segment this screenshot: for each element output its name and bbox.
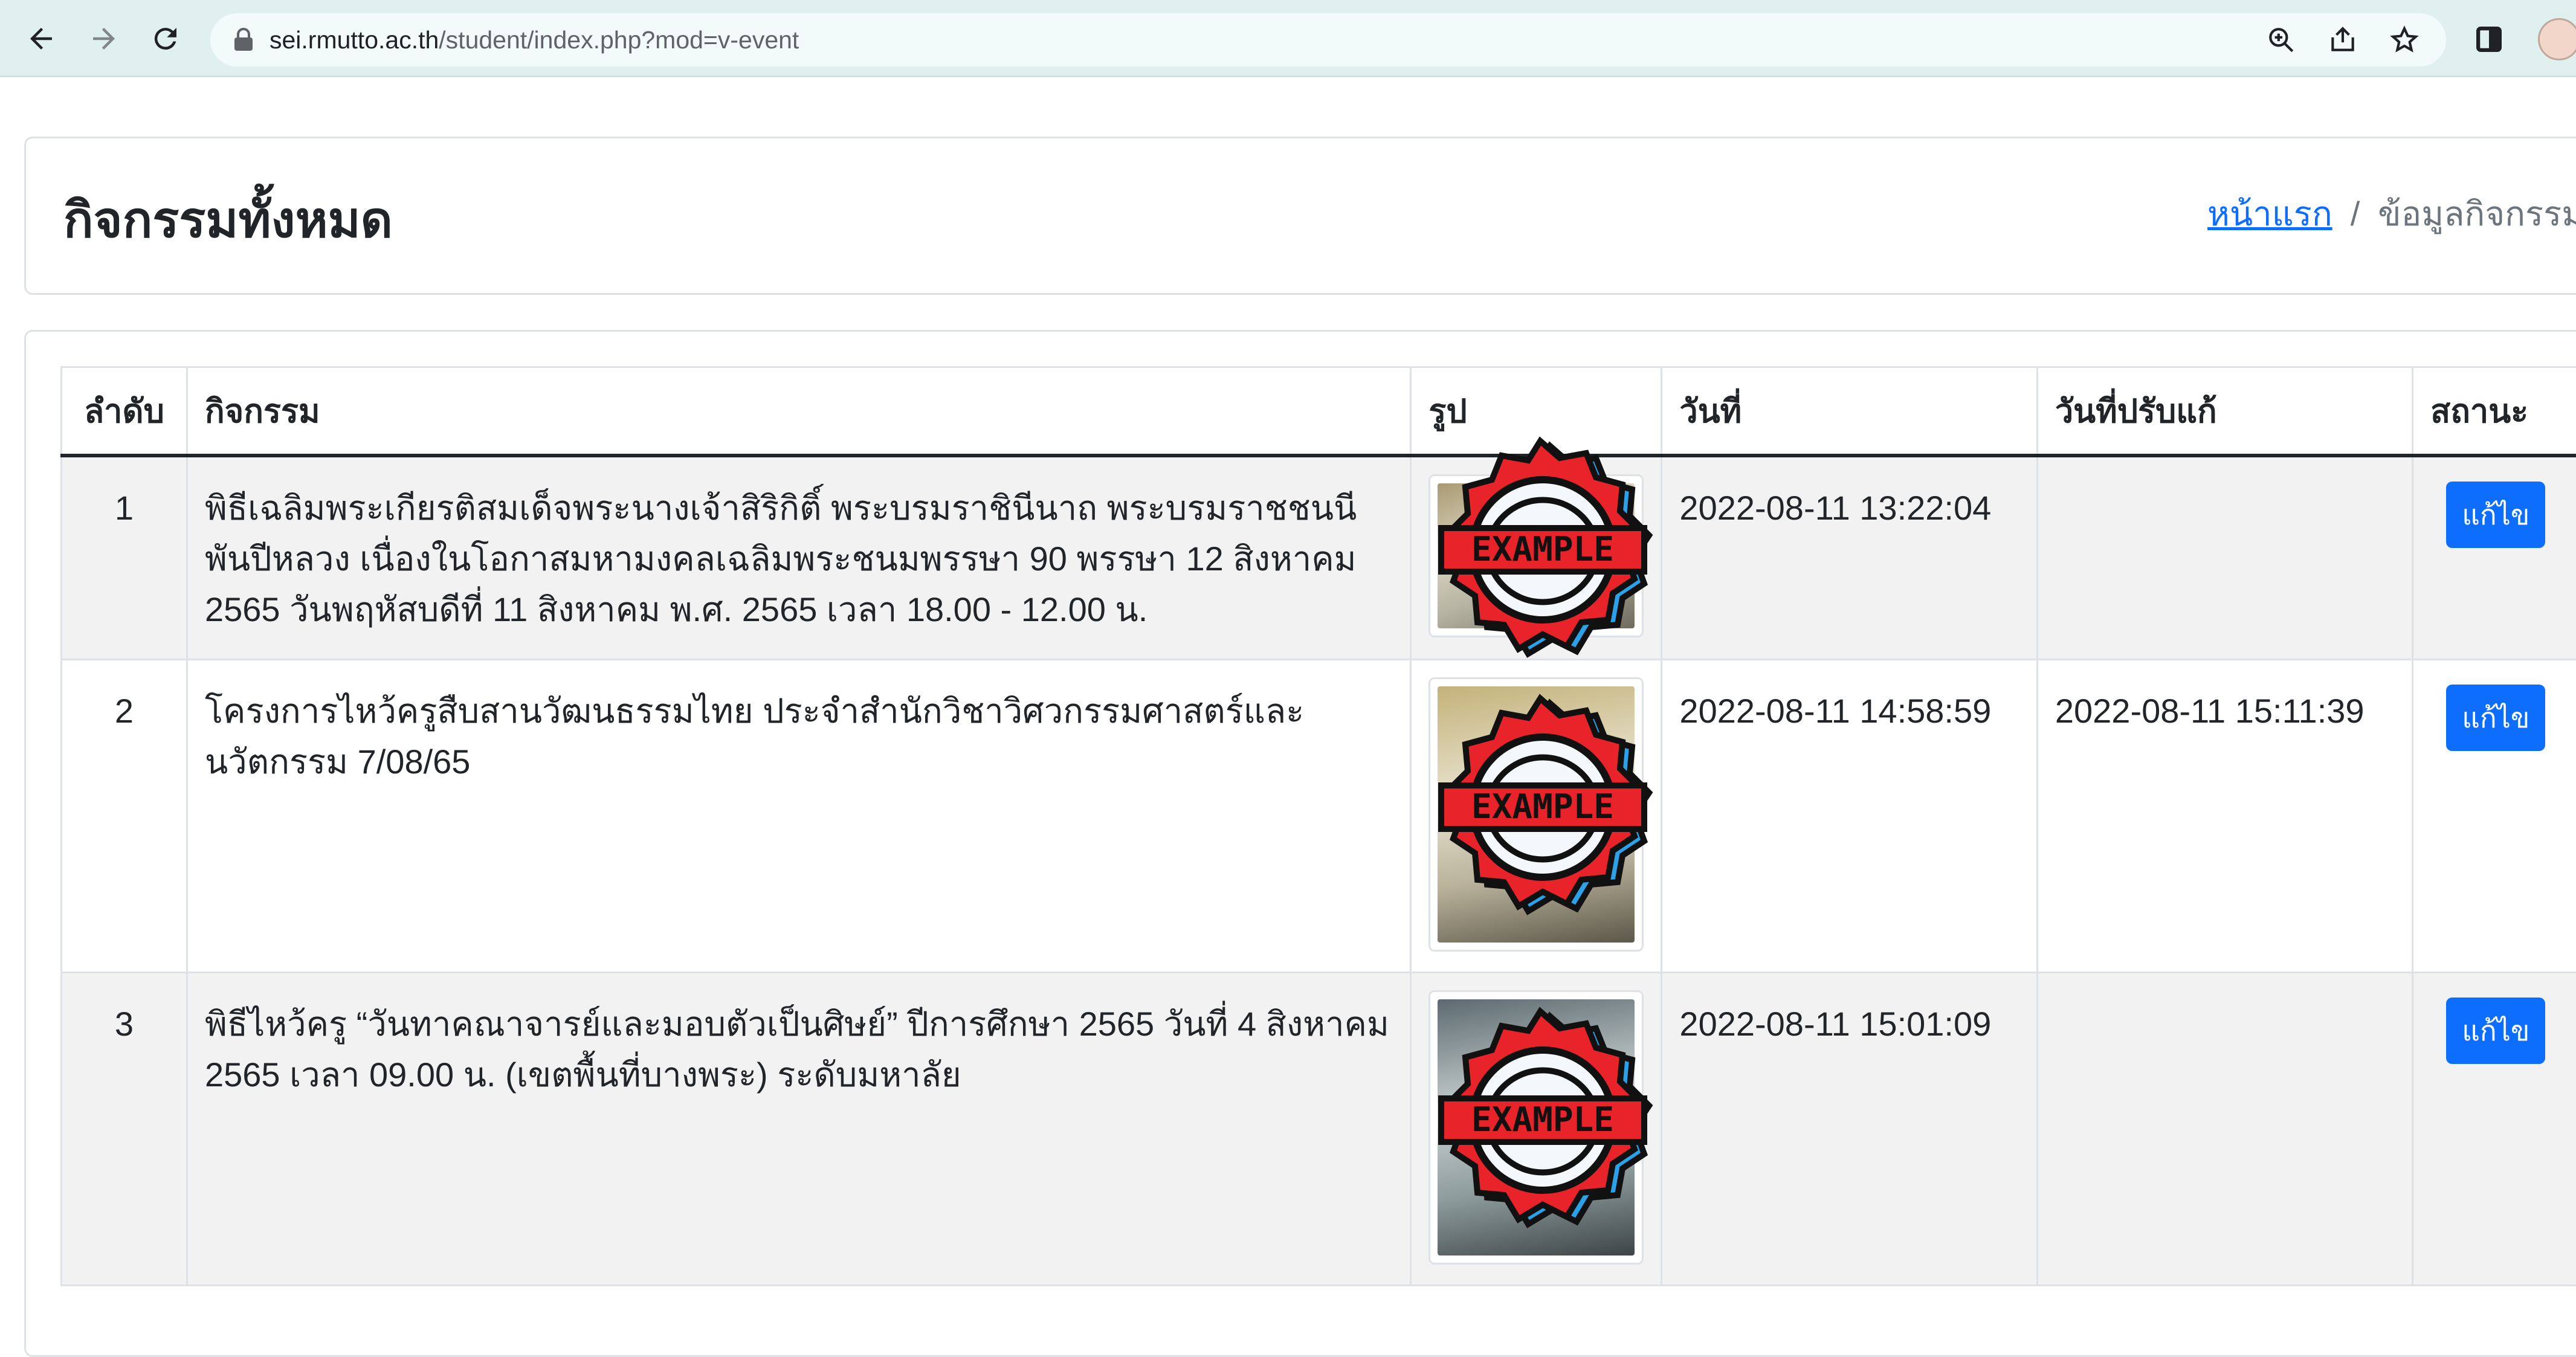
back-button[interactable] bbox=[21, 18, 62, 59]
svg-text:EXAMPLE: EXAMPLE bbox=[1471, 787, 1614, 827]
page-header-card: กิจกรรมทั้งหมด หน้าแรก / ข้อมูลกิจกรรม bbox=[24, 137, 2576, 295]
example-stamp-icon: EXAMPLE bbox=[1424, 691, 1666, 933]
status-cell: แก้ไข bbox=[2413, 660, 2576, 973]
back-arrow-icon bbox=[25, 22, 57, 55]
event-thumbnail[interactable]: EXAMPLE bbox=[1428, 677, 1644, 952]
breadcrumb: หน้าแรก / ข้อมูลกิจกรรม bbox=[2207, 187, 2576, 240]
breadcrumb-separator: / bbox=[2351, 194, 2360, 233]
side-panel-icon[interactable] bbox=[2476, 27, 2502, 52]
table-row: 1 พิธีเฉลิมพระเกียรติสมเด็จพระนางเจ้าสิร… bbox=[62, 456, 2576, 660]
edit-button[interactable]: แก้ไข bbox=[2446, 685, 2545, 751]
zoom-icon[interactable] bbox=[2266, 25, 2296, 55]
column-header-event[interactable]: กิจกรรม bbox=[187, 367, 1410, 456]
column-header-status[interactable]: สถานะ bbox=[2413, 367, 2576, 456]
svg-text:EXAMPLE: EXAMPLE bbox=[1471, 1100, 1614, 1139]
example-stamp-icon: EXAMPLE bbox=[1424, 434, 1666, 675]
status-cell: แก้ไข bbox=[2413, 456, 2576, 660]
table-header-row: ลำดับ กิจกรรม รูป วันที่ วันที่ปรับแก้ ส… bbox=[62, 367, 2576, 456]
forward-button[interactable] bbox=[83, 18, 124, 59]
url-text: sei.rmutto.ac.th/student/index.php?mod=v… bbox=[270, 13, 799, 66]
edit-button[interactable]: แก้ไข bbox=[2446, 482, 2545, 548]
events-table: ลำดับ กิจกรรม รูป วันที่ วันที่ปรับแก้ ส… bbox=[60, 366, 2576, 1286]
event-image-cell: EXAMPLE bbox=[1411, 456, 1662, 660]
profile-avatar[interactable] bbox=[2538, 18, 2576, 60]
breadcrumb-current: ข้อมูลกิจกรรม bbox=[2378, 187, 2576, 240]
row-number: 1 bbox=[62, 456, 187, 660]
column-header-updated[interactable]: วันที่ปรับแก้ bbox=[2037, 367, 2412, 456]
lock-icon bbox=[233, 28, 254, 52]
edit-button[interactable]: แก้ไข bbox=[2446, 998, 2545, 1064]
breadcrumb-home-link[interactable]: หน้าแรก bbox=[2207, 187, 2332, 240]
address-bar[interactable]: sei.rmutto.ac.th/student/index.php?mod=v… bbox=[210, 13, 2446, 66]
event-title: โครงการไหว้ครูสืบสานวัฒนธรรมไทย ประจำสำน… bbox=[187, 660, 1410, 973]
status-cell: แก้ไข bbox=[2413, 973, 2576, 1286]
event-title: พิธีเฉลิมพระเกียรติสมเด็จพระนางเจ้าสิริก… bbox=[187, 456, 1410, 660]
event-title: พิธีไหว้ครู “วันทาคณาจารย์และมอบตัวเป็นศ… bbox=[187, 973, 1410, 1286]
page-title: กิจกรรมทั้งหมด bbox=[63, 181, 393, 259]
share-icon[interactable] bbox=[2328, 25, 2358, 55]
table-row: 3 พิธีไหว้ครู “วันทาคณาจารย์และมอบตัวเป็… bbox=[62, 973, 2576, 1286]
event-image-cell: EXAMPLE bbox=[1411, 660, 1662, 973]
row-number: 3 bbox=[62, 973, 187, 1286]
event-updated-date bbox=[2037, 456, 2412, 660]
event-updated-date: 2022-08-11 15:11:39 bbox=[2037, 660, 2412, 973]
row-number: 2 bbox=[62, 660, 187, 973]
column-header-no[interactable]: ลำดับ bbox=[62, 367, 187, 456]
event-thumbnail[interactable]: EXAMPLE bbox=[1428, 990, 1644, 1265]
url-host: sei.rmutto.ac.th bbox=[270, 26, 439, 54]
reload-button[interactable] bbox=[145, 18, 186, 59]
reload-icon bbox=[149, 22, 182, 55]
url-path: /student/index.php?mod=v-event bbox=[439, 26, 799, 54]
event-image-cell: EXAMPLE bbox=[1411, 973, 1662, 1286]
example-stamp-icon: EXAMPLE bbox=[1424, 1004, 1666, 1246]
forward-arrow-icon bbox=[88, 22, 120, 55]
browser-toolbar: sei.rmutto.ac.th/student/index.php?mod=v… bbox=[0, 0, 2576, 77]
svg-text:EXAMPLE: EXAMPLE bbox=[1471, 530, 1614, 569]
event-date: 2022-08-11 15:01:09 bbox=[1662, 973, 2037, 1286]
table-row: 2 โครงการไหว้ครูสืบสานวัฒนธรรมไทย ประจำส… bbox=[62, 660, 2576, 973]
event-thumbnail[interactable]: EXAMPLE bbox=[1428, 474, 1644, 637]
column-header-date[interactable]: วันที่ bbox=[1662, 367, 2037, 456]
event-date: 2022-08-11 14:58:59 bbox=[1662, 660, 2037, 973]
star-icon[interactable] bbox=[2389, 25, 2419, 55]
event-date: 2022-08-11 13:22:04 bbox=[1662, 456, 2037, 660]
event-updated-date bbox=[2037, 973, 2412, 1286]
